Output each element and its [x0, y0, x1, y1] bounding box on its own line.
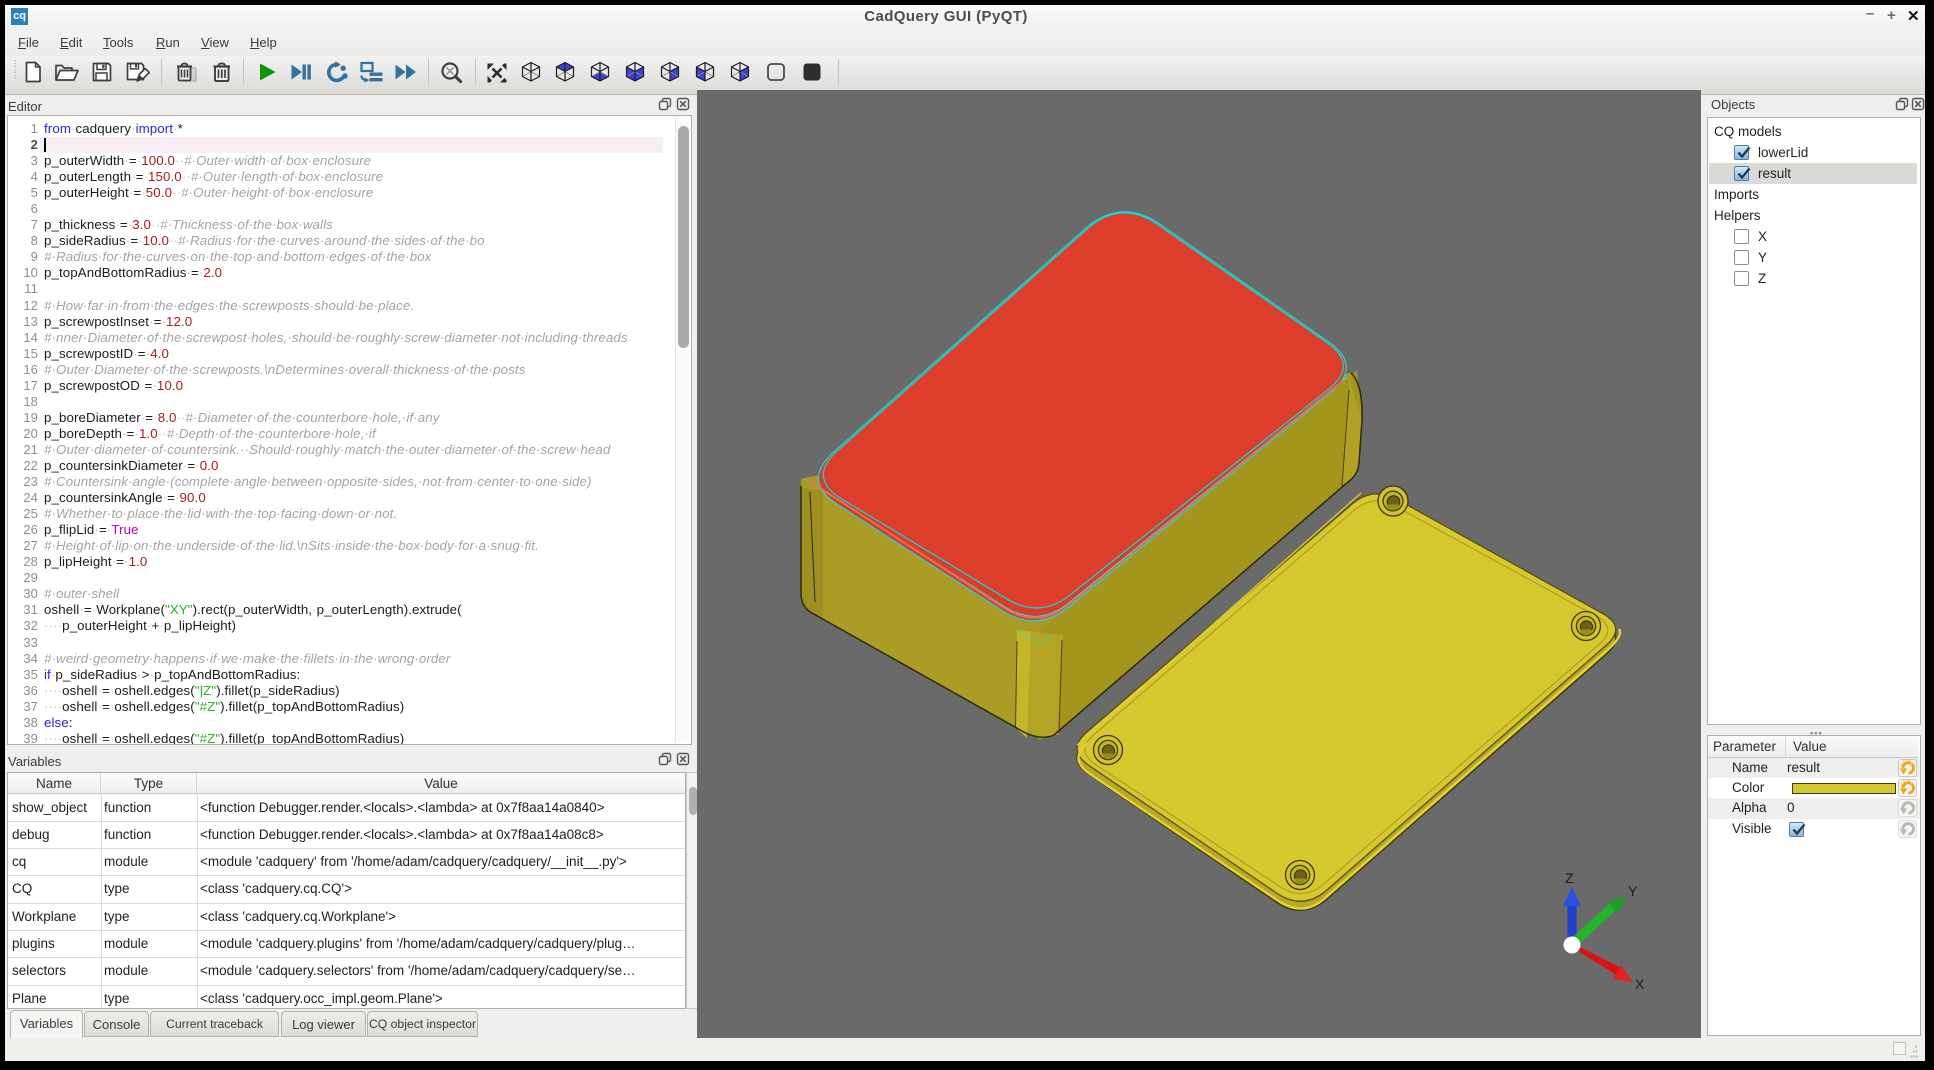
svg-text:Z: Z: [1565, 870, 1574, 886]
svg-text:X: X: [1635, 976, 1645, 992]
svg-text:Y: Y: [1628, 883, 1638, 899]
